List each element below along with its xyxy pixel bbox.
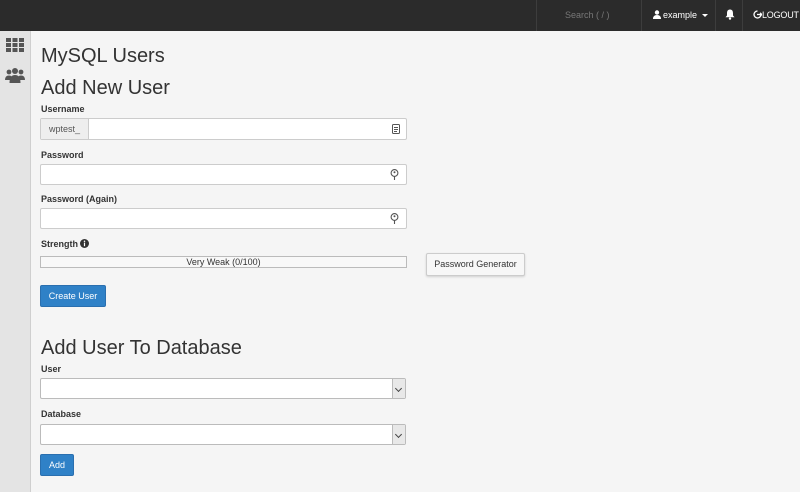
user-name: example [663, 10, 698, 20]
password-label: Password [41, 150, 84, 160]
user-icon [653, 10, 661, 19]
create-user-button[interactable]: Create User [40, 285, 106, 307]
username-prefix: wptest_ [41, 119, 89, 139]
chevron-down-icon [392, 379, 405, 398]
user-select[interactable] [40, 378, 406, 399]
strength-label: Strength [41, 239, 78, 249]
username-group: wptest_ [40, 118, 407, 140]
search-box[interactable]: Search ( / ) [536, 0, 642, 31]
username-label: Username [41, 104, 85, 114]
add-to-database-heading: Add User To Database [41, 337, 242, 359]
logout-button[interactable]: LOGOUT [744, 0, 800, 31]
logout-icon [753, 10, 762, 19]
chevron-down-icon [702, 14, 708, 17]
password-again-input[interactable] [40, 208, 407, 229]
grid-icon[interactable] [6, 38, 24, 52]
chevron-down-icon [392, 425, 405, 444]
database-select-label: Database [41, 409, 82, 419]
password-again-label: Password (Again) [41, 194, 118, 204]
bell-icon [725, 9, 735, 20]
user-select-label: User [41, 364, 62, 374]
add-user-heading: Add New User [41, 77, 170, 99]
logout-label: LOGOUT [762, 10, 799, 20]
page-title: MySQL Users [41, 45, 165, 67]
username-input[interactable] [89, 119, 389, 139]
key-icon [390, 169, 399, 180]
users-icon[interactable] [5, 67, 25, 83]
password-input[interactable] [40, 164, 407, 185]
search-placeholder: Search ( / ) [565, 10, 610, 20]
strength-meter: Very Weak (0/100) [40, 256, 407, 268]
key-icon [390, 213, 399, 224]
user-menu[interactable]: example [643, 0, 716, 31]
sidebar [0, 31, 31, 492]
database-select[interactable] [40, 424, 406, 445]
info-icon[interactable] [80, 239, 89, 248]
add-button[interactable]: Add [40, 454, 74, 476]
password-generator-button[interactable]: Password Generator [426, 253, 525, 276]
top-bar: Search ( / ) example LOGOUT [0, 0, 800, 31]
card-icon [392, 124, 400, 134]
notifications-button[interactable] [717, 0, 743, 31]
